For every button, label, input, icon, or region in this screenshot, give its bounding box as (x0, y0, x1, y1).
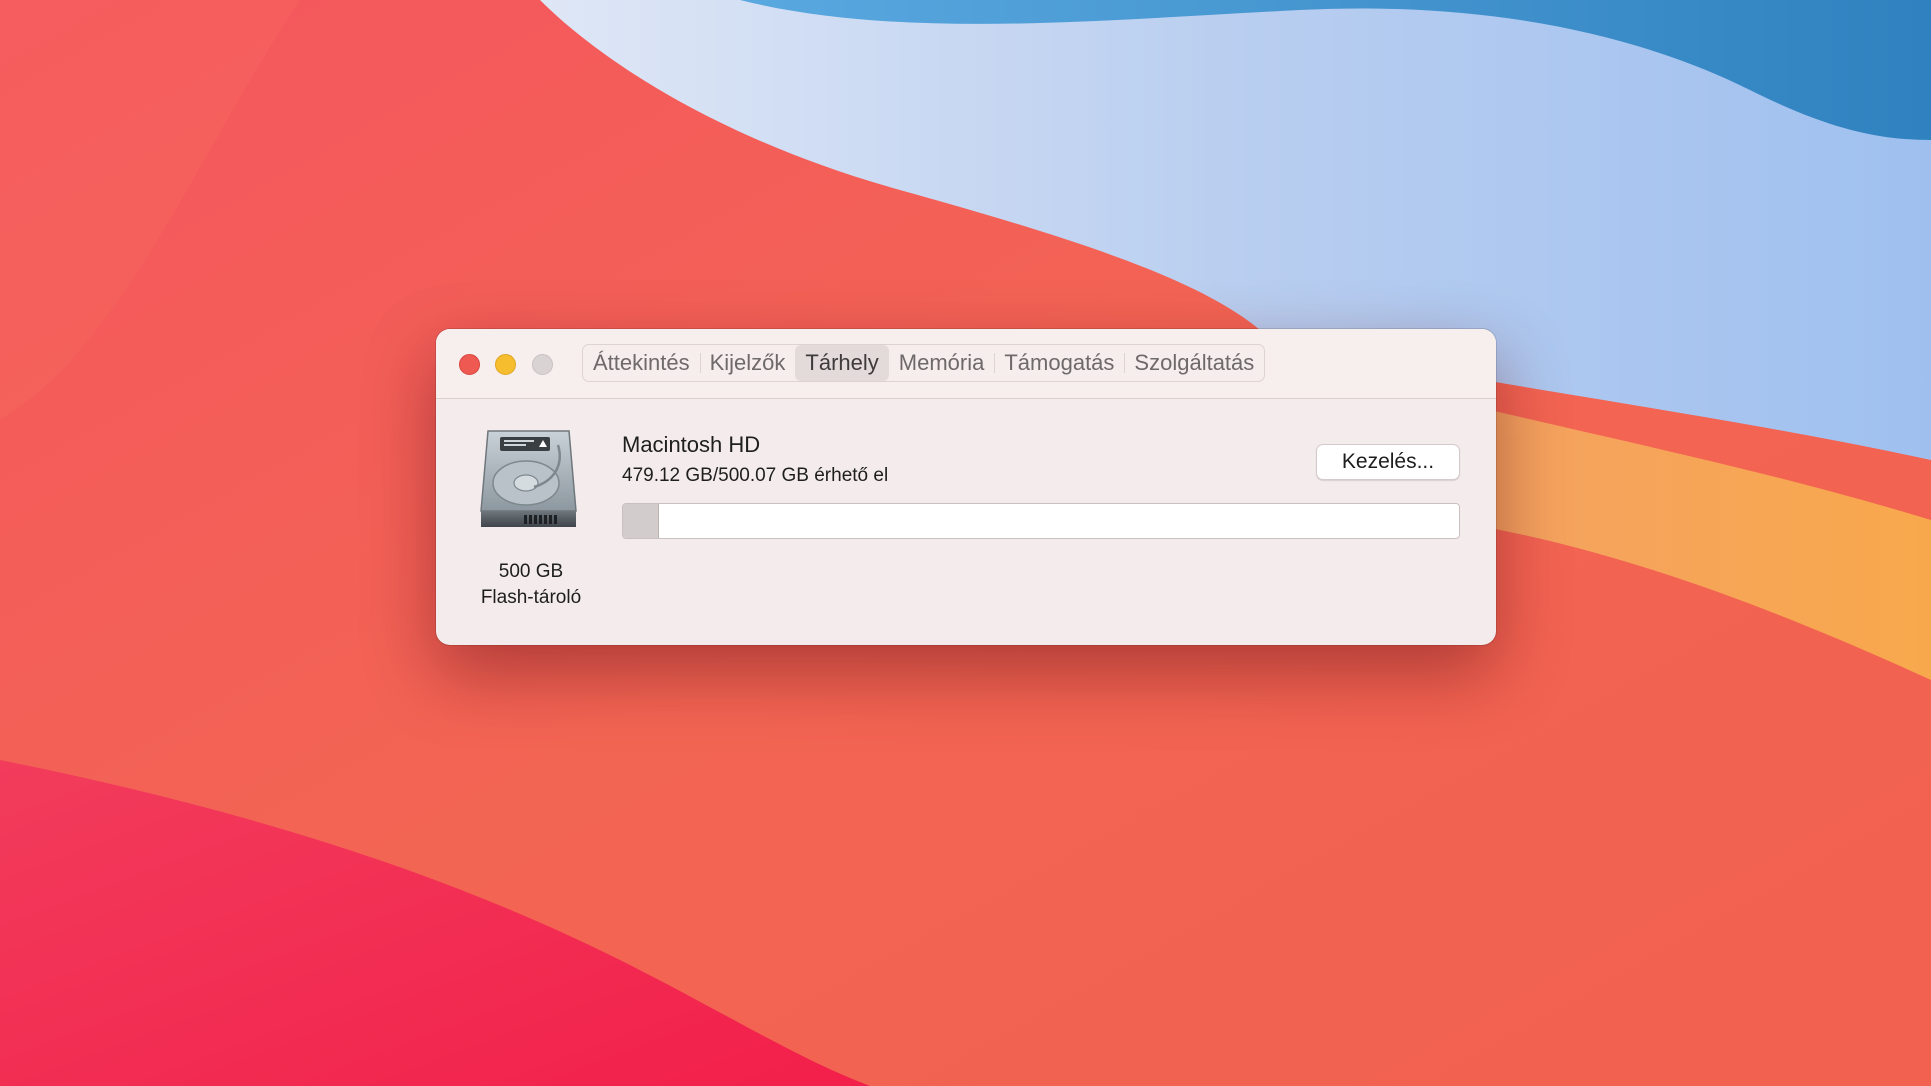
tab-bar: Áttekintés Kijelzők Tárhely Memória Támo… (582, 344, 1266, 382)
storage-usage-bar (622, 503, 1460, 539)
minimize-button[interactable] (495, 354, 516, 375)
tab-memoria[interactable]: Memória (889, 345, 995, 381)
volume-name: Macintosh HD (622, 432, 761, 457)
titlebar: Áttekintés Kijelzők Tárhely Memória Támo… (436, 329, 1496, 399)
tab-tamogatas[interactable]: Támogatás (994, 345, 1124, 381)
hard-drive-icon (476, 425, 581, 535)
tab-kijelzok[interactable]: Kijelzők (699, 345, 796, 381)
storage-panel: 500 GB Flash-tároló Macintosh HD 479.12 … (436, 399, 1496, 645)
about-this-mac-window: Áttekintés Kijelzők Tárhely Memória Támo… (436, 329, 1496, 645)
tab-tarhely[interactable]: Tárhely (795, 345, 889, 381)
disk-caption: 500 GB Flash-tároló (456, 559, 606, 611)
volume-availability: 479.12 GB/500.07 GB érhető el (622, 465, 889, 486)
disk-type: Flash-tároló (480, 587, 582, 608)
close-button[interactable] (459, 354, 480, 375)
storage-used-segment (623, 504, 660, 538)
tab-szolgaltatas[interactable]: Szolgáltatás (1124, 345, 1264, 381)
manage-button[interactable]: Kezelés... (1316, 444, 1460, 480)
zoom-button[interactable] (532, 354, 553, 375)
disk-size: 500 GB (498, 561, 564, 582)
tab-attekintes[interactable]: Áttekintés (583, 345, 700, 381)
